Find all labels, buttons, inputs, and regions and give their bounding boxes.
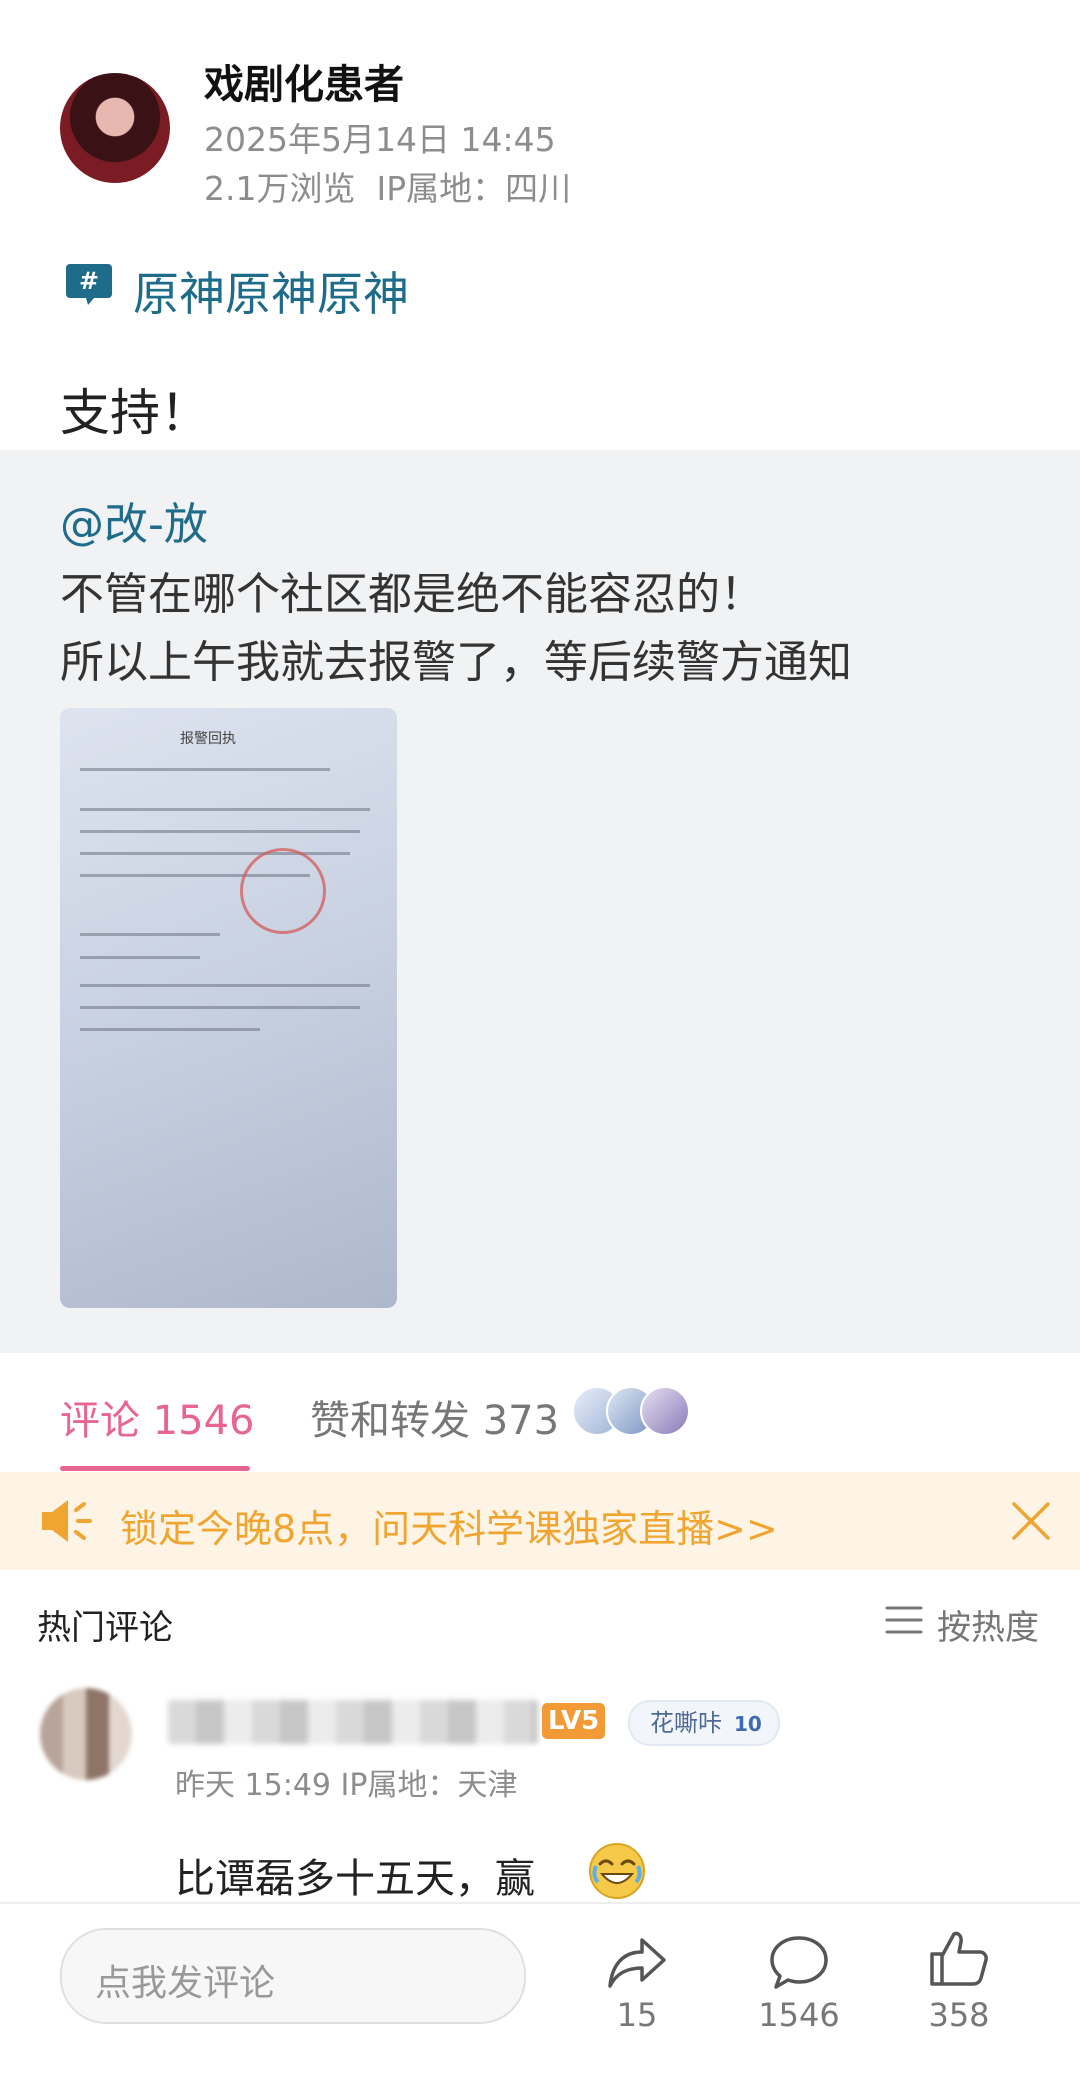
- author-avatar[interactable]: [60, 73, 170, 183]
- post-text: 支持！: [60, 384, 210, 442]
- topic-hash-icon: #: [66, 264, 112, 305]
- stamp-mark: [240, 848, 326, 934]
- repost-text-line-1: 不管在哪个社区都是绝不能容忍的！: [60, 569, 764, 620]
- comment-count[interactable]: 1546: [729, 1996, 869, 2034]
- commenter-name-blurred[interactable]: [168, 1700, 538, 1744]
- comment-icon[interactable]: [768, 1932, 830, 1992]
- tab-comments[interactable]: 评论 1546: [60, 1388, 255, 1446]
- comment-input-placeholder[interactable]: 点我发评论: [95, 1954, 275, 2006]
- liker-avatars: [572, 1386, 692, 1436]
- topic-link[interactable]: 原神原神原神: [133, 258, 409, 324]
- hot-comments-title: 热门评论: [37, 1608, 173, 1648]
- post-stats: 2.1万浏览 IP属地：四川: [204, 169, 572, 208]
- tab-active-indicator: [60, 1466, 250, 1471]
- repost-author[interactable]: @改-放: [60, 488, 208, 552]
- like-thumb-icon[interactable]: [928, 1928, 990, 1988]
- photo-doc-title: 报警回执: [180, 731, 236, 747]
- fan-badge-label: 花嘶咔: [650, 1709, 722, 1737]
- megaphone-icon: [42, 1500, 92, 1542]
- promo-banner-text[interactable]: 锁定今晚8点，问天科学课独家直播>>: [120, 1498, 778, 1553]
- laughing-cry-emoji-icon: [589, 1843, 645, 1899]
- sort-by-hot[interactable]: 按热度: [937, 1600, 1039, 1649]
- sort-menu-icon[interactable]: [885, 1604, 923, 1636]
- repost-photo[interactable]: 报警回执: [60, 708, 397, 1308]
- comment-meta: 昨天 15:49 IP属地：天津: [175, 1768, 518, 1803]
- user-level-badge: LV5: [542, 1703, 606, 1739]
- liker-avatar: [640, 1386, 690, 1436]
- share-count[interactable]: 15: [567, 1996, 707, 2034]
- repost-text-line-2: 所以上午我就去报警了，等后续警方通知: [60, 637, 852, 688]
- fan-badge-level: 10: [734, 1712, 762, 1736]
- comment-text: 比谭磊多十五天，赢: [175, 1856, 535, 1902]
- commenter-avatar[interactable]: [40, 1688, 132, 1780]
- author-name[interactable]: 戏剧化患者: [204, 52, 404, 110]
- tab-likes-reposts[interactable]: 赞和转发 373: [310, 1388, 559, 1446]
- close-icon[interactable]: [1010, 1500, 1052, 1542]
- post-date: 2025年5月14日 14:45: [204, 120, 556, 159]
- share-icon[interactable]: [606, 1932, 668, 1992]
- fan-badge[interactable]: 花嘶咔 10: [628, 1700, 780, 1746]
- svg-text:#: #: [79, 267, 99, 295]
- like-count[interactable]: 358: [889, 1996, 1029, 2034]
